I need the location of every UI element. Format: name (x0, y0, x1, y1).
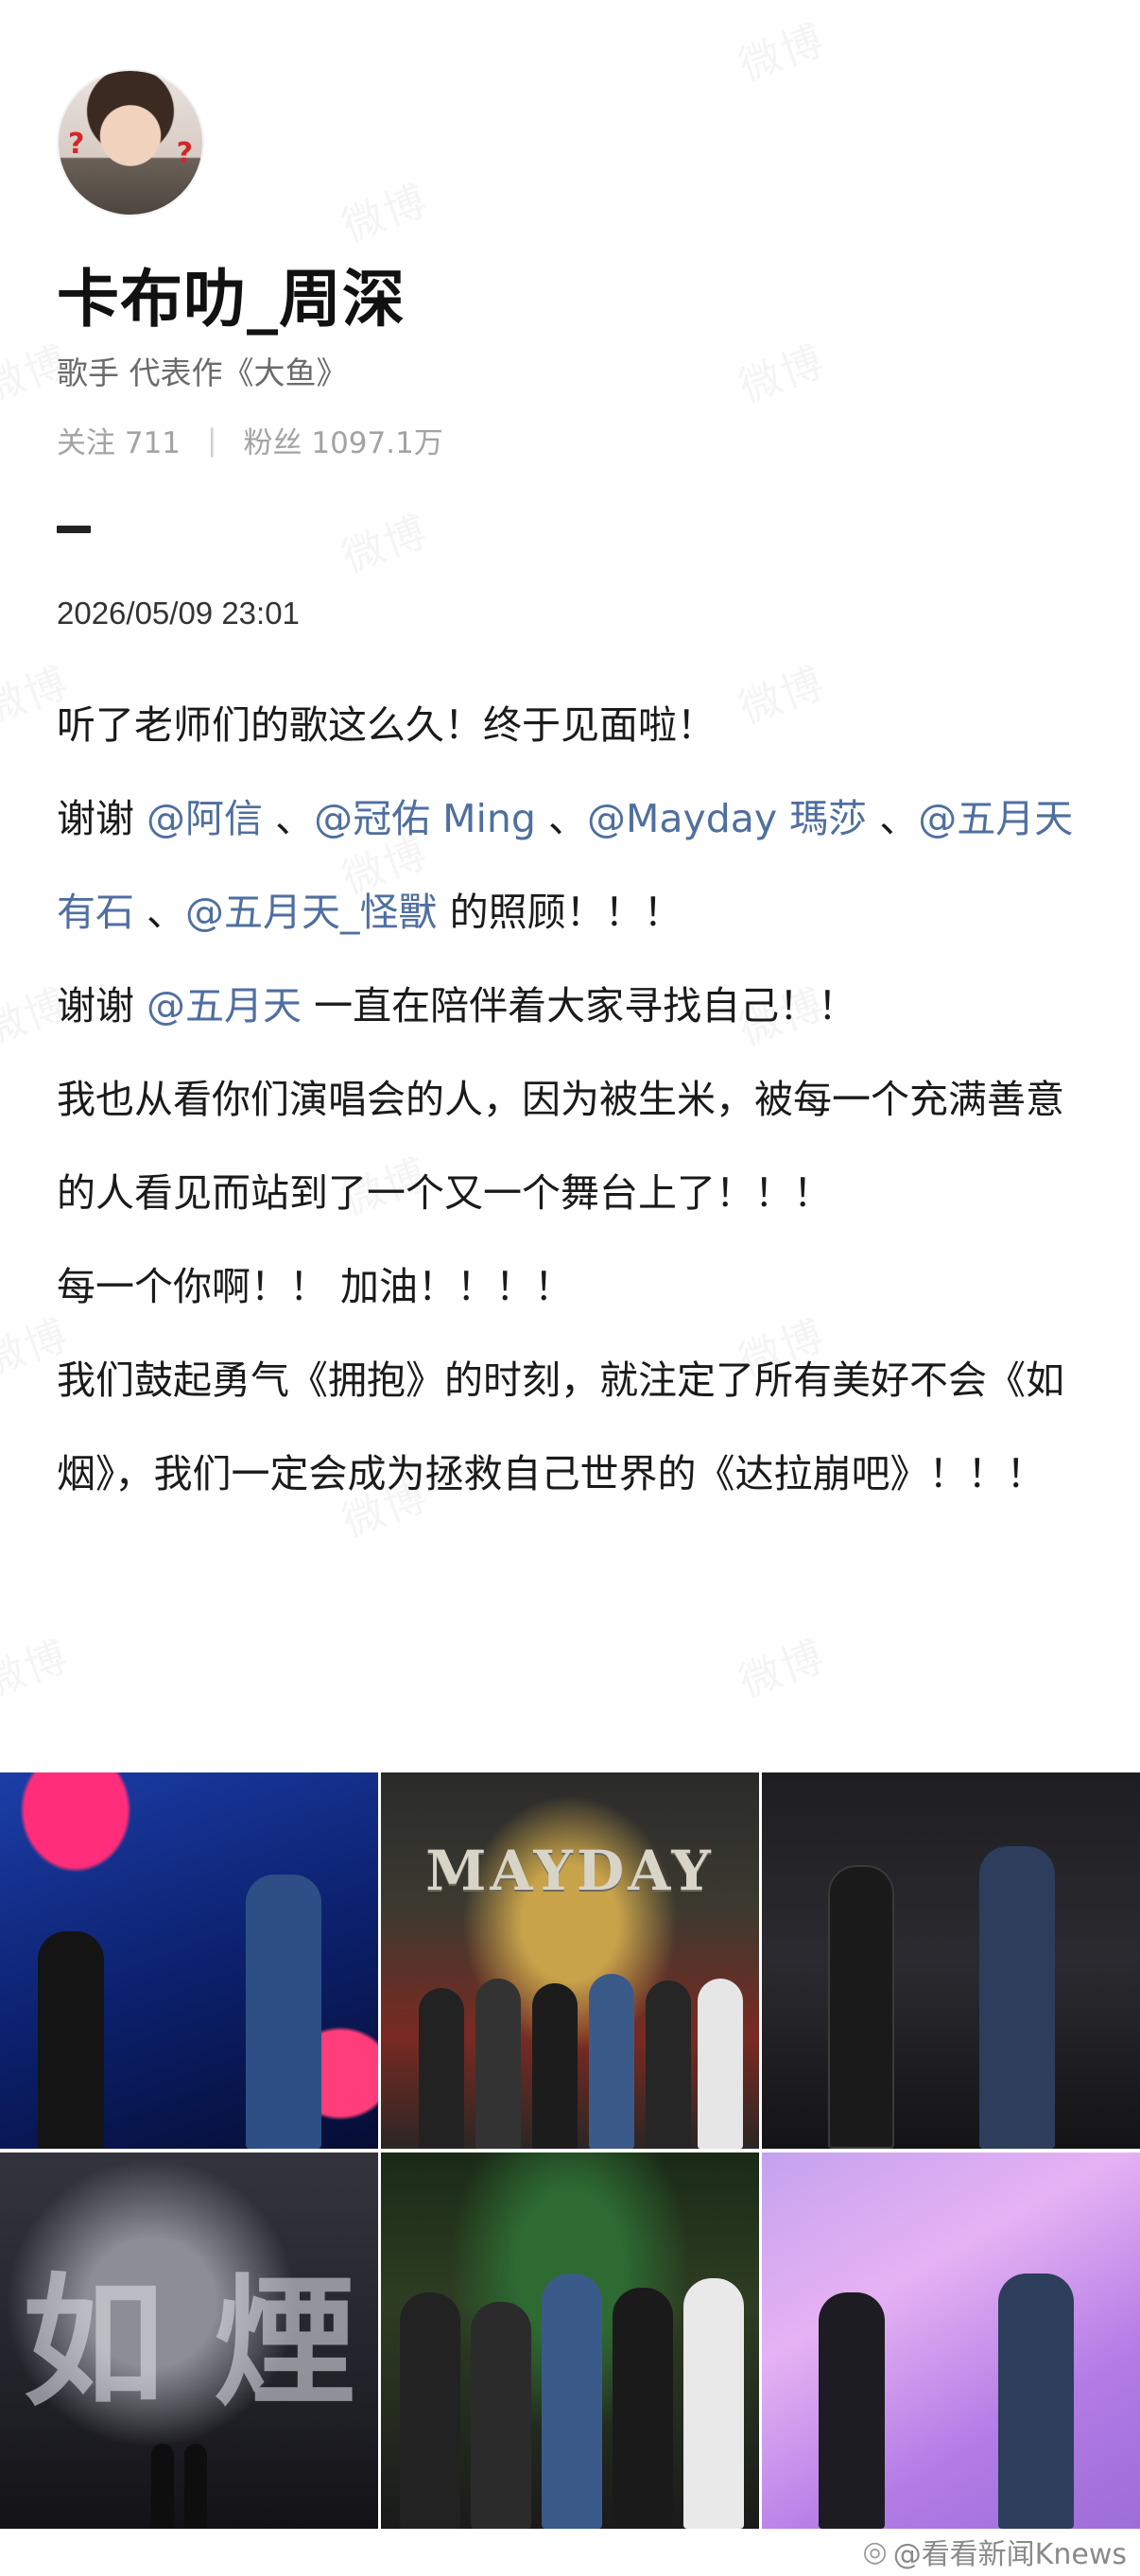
performer-figure (151, 2444, 174, 2529)
post-text: 、 (867, 796, 919, 841)
stat-divider: | (207, 423, 217, 458)
watermark: 微博 (0, 1622, 76, 1709)
performer-figure (646, 1980, 691, 2149)
mayday-logo-text: MAYDAY (425, 1839, 715, 1903)
profile-stats: 关注 711 | 粉丝 1097.1万 (57, 419, 443, 461)
avatar-decoration: ? (68, 128, 85, 161)
photo-grid: MAYDAY 如 煙 (0, 1772, 1140, 2531)
fans-label: 粉丝 (243, 426, 302, 460)
post-text: 谢谢 (57, 796, 147, 841)
photo-thumbnail[interactable]: 如 煙 (0, 2152, 378, 2529)
ru-yan-text: 如 煙 (22, 2261, 356, 2426)
watermark: 微博 (730, 327, 832, 414)
performer-figure (683, 2278, 744, 2529)
performer-figure (698, 1979, 743, 2149)
post-text: 谢谢 (57, 983, 147, 1029)
photo-thumbnail[interactable] (0, 1772, 378, 2149)
post-text: 、 (134, 890, 186, 935)
performer-figure (542, 2273, 602, 2529)
follow-label: 关注 (57, 426, 115, 460)
performer-figure (998, 2273, 1074, 2529)
mention-link[interactable]: @阿信 (147, 796, 263, 841)
fans-stat[interactable]: 粉丝 1097.1万 (243, 419, 442, 461)
photo-thumbnail[interactable] (762, 2152, 1140, 2529)
watermark: 微博 (730, 6, 832, 93)
performer-figure (400, 2292, 460, 2529)
performer-figure (613, 2288, 673, 2529)
post-timestamp: 2026/05/09 23:01 (57, 596, 300, 631)
post-text: 的照顾！！！ (437, 890, 682, 935)
weibo-post-page: 微博 微博 微博 微博 微博 微博 微博 微博 微博 微博 微博 微博 微博 微… (0, 0, 1140, 2576)
post-text: 一直在陪伴着大家寻找自己！！ (302, 983, 857, 1029)
mention-link[interactable]: @五月天 (147, 983, 302, 1029)
watermark: 微博 (730, 1622, 832, 1709)
performer-figure (471, 2302, 531, 2529)
mention-link[interactable]: @冠佑 Ming (314, 796, 536, 841)
performer-figure (828, 1865, 894, 2149)
photo-thumbnail[interactable]: MAYDAY (381, 1772, 759, 2149)
post-line: 每一个你啊！！ 加油！！！！ (57, 1264, 574, 1309)
post-line: 听了老师们的歌这么久！终于见面啦！ (57, 702, 716, 748)
watermark: 微博 (333, 166, 435, 253)
performer-figure (419, 1988, 464, 2149)
post-text: 、 (535, 796, 587, 841)
performer-figure (979, 1846, 1055, 2149)
mention-link[interactable]: @Mayday 瑪莎 (587, 796, 867, 841)
source-credit: ◎ @看看新闻Knews (863, 2531, 1128, 2572)
post-line: 谢谢 @五月天 一直在陪伴着大家寻找自己！！ (57, 960, 1087, 1053)
performer-figure (246, 1875, 321, 2149)
follow-count: 711 (124, 426, 181, 460)
performer-figure (819, 2292, 885, 2529)
mention-link[interactable]: @五月天_怪獸 (185, 890, 438, 935)
post-text: 、 (263, 796, 315, 841)
weibo-logo-icon: ◎ (862, 2534, 888, 2568)
section-divider (57, 526, 91, 533)
avatar[interactable]: ? ? (57, 69, 204, 216)
profile-bio: 歌手 代表作《大鱼》 (57, 354, 348, 391)
photo-thumbnail[interactable] (762, 1772, 1140, 2149)
avatar-decoration: ? (176, 137, 193, 170)
post-body: 听了老师们的歌这么久！终于见面啦！ 谢谢 @阿信 、@冠佑 Ming 、@May… (57, 679, 1087, 1521)
credit-text: @看看新闻Knews (892, 2538, 1127, 2571)
performer-figure (532, 1983, 578, 2149)
performer-figure (589, 1974, 634, 2149)
follow-stat[interactable]: 关注 711 (57, 419, 181, 461)
profile-name[interactable]: 卡布叻_周深 (57, 249, 406, 339)
performer-figure (184, 2444, 207, 2529)
performer-figure (38, 1931, 104, 2149)
post-line: 我们鼓起勇气《拥抱》的时刻，就注定了所有美好不会《如烟》，我们一定会成为拯救自己… (57, 1357, 1064, 1496)
watermark: 微博 (333, 497, 435, 584)
post-line: 谢谢 @阿信 、@冠佑 Ming 、@Mayday 瑪莎 、@五月天有石 、@五… (57, 772, 1087, 960)
performer-figure (475, 1979, 521, 2149)
fans-count: 1097.1万 (311, 426, 443, 460)
photo-thumbnail[interactable] (381, 2152, 759, 2529)
post-line: 我也从看你们演唱会的人，因为被生米，被每一个充满善意的人看见而站到了一个又一个舞… (57, 1077, 1064, 1216)
